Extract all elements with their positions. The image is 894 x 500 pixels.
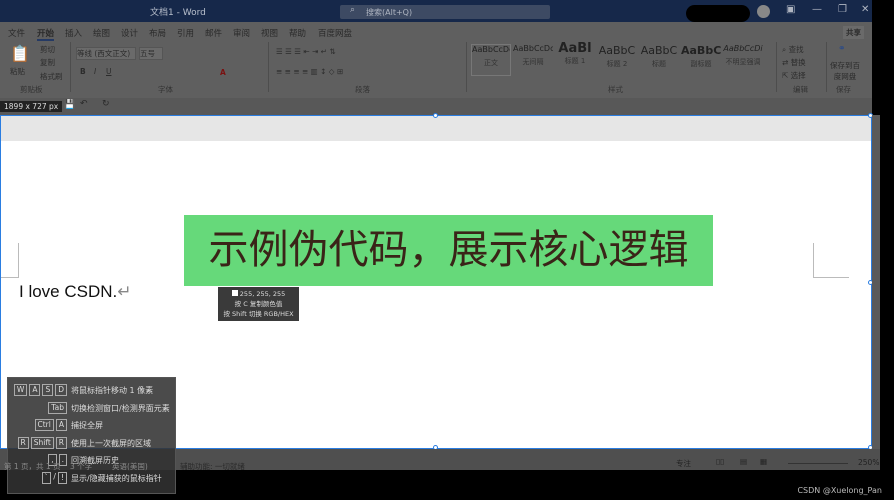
zoom-slider[interactable] <box>788 463 848 464</box>
redo-icon[interactable]: ↻ <box>102 99 110 109</box>
group-paragraph: 段落 <box>355 85 370 94</box>
underline-button[interactable]: U <box>106 67 112 76</box>
search-box[interactable]: ⌕ 搜索(Alt+Q) <box>340 5 550 19</box>
status-language[interactable]: 英语(美国) <box>112 461 148 472</box>
read-mode-icon[interactable]: ▯▯ <box>716 457 724 466</box>
document-text[interactable]: I love CSDN.↵ <box>19 282 132 302</box>
page-margin-area <box>1 116 871 141</box>
status-word-count[interactable]: 3 个字 <box>70 461 92 472</box>
tab-view[interactable]: 视图 <box>261 27 278 39</box>
watermark: CSDN @Xuelong_Pan <box>797 486 882 495</box>
tab-layout[interactable]: 布局 <box>149 27 166 39</box>
tab-baidu[interactable]: 百度网盘 <box>318 27 352 39</box>
italic-button[interactable]: I <box>94 67 96 76</box>
bold-button[interactable]: B <box>80 67 86 76</box>
format-painter-button[interactable]: 格式刷 <box>40 71 63 82</box>
style-heading-1[interactable]: AaBl 标题 1 <box>555 41 595 76</box>
tip-copy-hint: 按 C 复制颜色值 <box>234 300 283 308</box>
window-title: 文档1 - Word <box>150 8 206 18</box>
group-editing: 编辑 <box>793 85 808 94</box>
redaction <box>686 5 750 22</box>
tab-review[interactable]: 审阅 <box>233 27 250 39</box>
save-icon[interactable]: 💾 <box>64 100 75 110</box>
replace-button[interactable]: ⇄ 替换 <box>782 57 806 68</box>
margin-mark <box>1 243 19 278</box>
shortcut-row: Ctrl A 捕捉全屏 <box>8 417 177 434</box>
search-placeholder: 搜索(Alt+Q) <box>366 8 413 17</box>
shortcut-row: R Shift R 使用上一次截屏的区域 <box>8 435 177 452</box>
font-color-icon[interactable]: A <box>220 68 226 77</box>
color-picker-tooltip: 255, 255, 255 按 C 复制颜色值 按 Shift 切换 RGB/H… <box>218 287 299 321</box>
align-icons[interactable]: ≡ ≡ ≡ ≡ ▥ ↕ ◇ ⊞ <box>276 67 343 76</box>
group-styles: 样式 <box>608 85 623 94</box>
tab-file[interactable]: 文件 <box>8 27 25 39</box>
shortcut-row: ` /! 显示/隐藏捕获的鼠标指针 <box>8 470 177 487</box>
tab-design[interactable]: 设计 <box>121 27 138 39</box>
heading-highlight: 示例伪代码，展示核心逻辑 <box>184 215 713 286</box>
group-font: 字体 <box>158 85 173 94</box>
copy-button[interactable]: 复制 <box>40 57 55 68</box>
divider <box>268 42 269 92</box>
tab-home[interactable]: 开始 <box>37 27 55 41</box>
group-clipboard: 剪贴板 <box>20 85 43 94</box>
focus-button[interactable]: 专注 <box>676 458 691 469</box>
style-heading-2[interactable]: AaBbC 标题 2 <box>597 44 637 76</box>
select-button[interactable]: ⇱ 选择 <box>782 70 806 81</box>
status-page-count[interactable]: 第 1 页，共 1 页 <box>4 461 61 472</box>
minimize-button[interactable]: — <box>812 4 822 15</box>
baidu-cloud-icon: ⚭ <box>838 44 846 54</box>
ribbon: 文件 开始 插入 绘图 设计 布局 引用 邮件 审阅 视图 帮助 百度网盘 共享… <box>0 22 872 98</box>
bullets-icon[interactable]: ☰ ☰ ☰ ⇤ ⇥ ↵ ⇅ <box>276 47 336 56</box>
cut-button[interactable]: 剪切 <box>40 44 55 55</box>
web-layout-icon[interactable]: ▦ <box>760 457 767 466</box>
share-button[interactable]: 共享 <box>843 26 864 39</box>
divider <box>776 42 777 92</box>
tab-references[interactable]: 引用 <box>177 27 194 39</box>
resize-handle[interactable] <box>433 113 438 118</box>
style-no-spacing[interactable]: AaBbCcDc 无间隔 <box>513 44 553 76</box>
tab-draw[interactable]: 绘图 <box>93 27 110 39</box>
zoom-level[interactable]: 250% <box>858 458 879 467</box>
search-icon: ⌕ <box>350 5 356 15</box>
style-normal[interactable]: AaBbCcDc 正文 <box>471 44 511 76</box>
font-name-select[interactable]: 等线 (西文正文) <box>76 47 136 60</box>
paste-icon: 📋 <box>10 44 30 63</box>
avatar[interactable] <box>757 5 770 18</box>
shortcut-help-panel: W A S D 将鼠标指针移动 1 像素 Tab 切换检测窗口/检测界面元素 Ctrl A 捕… <box>7 377 176 494</box>
shortcut-row: Tab 切换检测窗口/检测界面元素 <box>8 400 177 417</box>
divider <box>70 42 71 92</box>
style-subtle-emphasis[interactable]: AaBbCcDi 不明显强调 <box>723 44 763 76</box>
style-title[interactable]: AaBbC 标题 <box>639 44 679 76</box>
rgb-value: 255, 255, 255 <box>239 290 286 298</box>
ribbon-display-icon[interactable]: ▣ <box>786 4 795 15</box>
font-size-select[interactable]: 五号 <box>139 47 163 60</box>
save-to-baidu-button[interactable]: 保存到百度网盘 <box>830 60 860 82</box>
divider <box>466 42 467 92</box>
find-button[interactable]: ⌕ 查找 <box>782 44 804 55</box>
close-button[interactable]: ✕ <box>861 4 869 15</box>
group-save: 保存 <box>836 85 851 94</box>
accessibility-status[interactable]: 辅助功能: 一切就绪 <box>180 461 245 472</box>
title-bar: 文档1 - Word ⌕ 搜索(Alt+Q) ▣ — ❐ ✕ <box>0 0 872 22</box>
color-swatch <box>231 290 238 296</box>
tab-help[interactable]: 帮助 <box>289 27 306 39</box>
print-layout-icon[interactable]: ▤ <box>740 457 747 466</box>
tip-toggle-hint: 按 Shift 切换 RGB/HEX <box>223 310 294 318</box>
paste-button[interactable]: 粘贴 <box>10 66 25 77</box>
tab-insert[interactable]: 插入 <box>65 27 82 39</box>
undo-icon[interactable]: ↶ <box>80 99 88 109</box>
capture-size-badge: 1899 x 727 px <box>0 101 63 112</box>
margin-mark <box>813 243 849 278</box>
restore-button[interactable]: ❐ <box>838 4 847 15</box>
tab-mailings[interactable]: 邮件 <box>205 27 222 39</box>
style-subtitle[interactable]: AaBbC 副标题 <box>681 44 721 76</box>
shortcut-row: W A S D 将鼠标指针移动 1 像素 <box>8 382 177 399</box>
divider <box>826 42 827 92</box>
vertical-scrollbar[interactable] <box>872 115 880 449</box>
